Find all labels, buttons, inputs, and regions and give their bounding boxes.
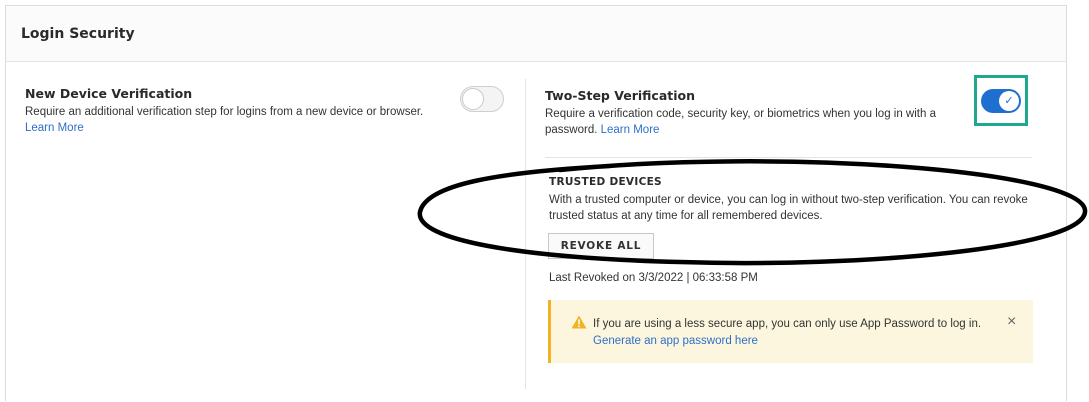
new-device-verification-section: New Device Verification Require an addit…: [25, 86, 495, 136]
new-device-description-text: Require an additional verification step …: [25, 106, 424, 118]
check-icon: ✓: [999, 90, 1019, 111]
new-device-learn-more-link[interactable]: Learn More: [25, 122, 84, 134]
toggle-knob: [462, 88, 484, 110]
column-divider: [525, 79, 526, 389]
panel-title: Login Security: [21, 25, 135, 42]
new-device-verification-description: Require an additional verification step …: [25, 104, 495, 136]
less-secure-app-alert: If you are using a less secure app, you …: [548, 300, 1033, 363]
alert-message: If you are using a less secure app, you …: [593, 316, 983, 350]
panel-header: Login Security: [6, 6, 1066, 62]
two-step-verification-title: Two-Step Verification: [545, 88, 696, 103]
toggle-highlight-box: ✓: [974, 75, 1028, 126]
two-step-verification-description: Require a verification code, security ke…: [545, 106, 980, 138]
warning-icon: [571, 315, 587, 329]
two-step-verification-section: Two-Step Verification Require a verifica…: [545, 88, 980, 138]
trusted-devices-section: TRUSTED DEVICES With a trusted computer …: [549, 176, 1039, 224]
trusted-devices-description: With a trusted computer or device, you c…: [549, 194, 1028, 222]
generate-app-password-link[interactable]: Generate an app password here: [593, 335, 758, 347]
alert-text: If you are using a less secure app, you …: [593, 318, 982, 330]
revoke-all-button[interactable]: REVOKE ALL: [548, 233, 654, 259]
new-device-verification-toggle[interactable]: [460, 86, 504, 112]
last-revoked-text: Last Revoked on 3/3/2022 | 06:33:58 PM: [549, 272, 758, 284]
new-device-verification-title: New Device Verification: [25, 86, 193, 101]
section-divider: [545, 157, 1032, 158]
two-step-learn-more-link[interactable]: Learn More: [601, 124, 660, 136]
close-icon[interactable]: ×: [1007, 313, 1016, 331]
two-step-verification-toggle[interactable]: ✓: [981, 88, 1021, 113]
trusted-devices-title: TRUSTED DEVICES: [549, 176, 662, 188]
